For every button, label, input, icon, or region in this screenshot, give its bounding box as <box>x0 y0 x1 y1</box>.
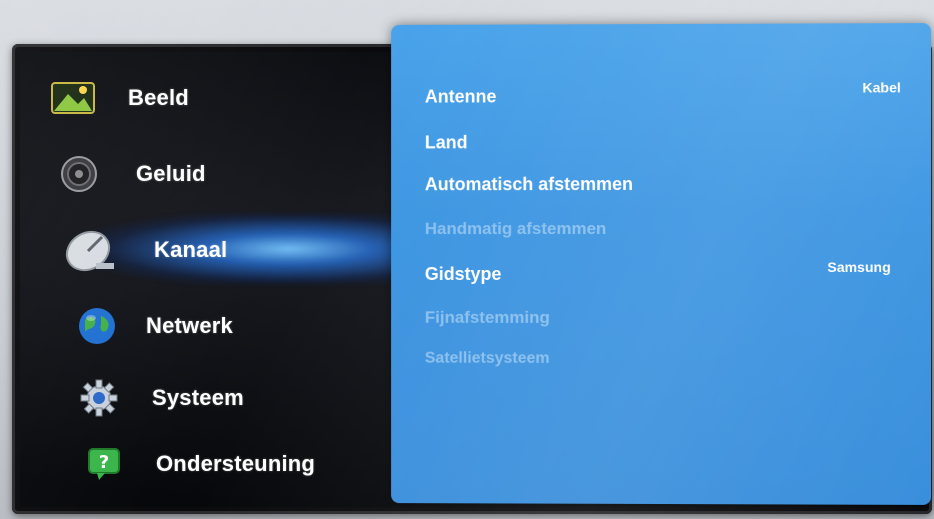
submenu-label: Antenne <box>424 86 497 107</box>
menu-label: Geluid <box>136 161 206 186</box>
menu-label: Kanaal <box>154 237 228 262</box>
menu-item-geluid[interactable]: Geluid <box>20 144 400 204</box>
submenu-label: Land <box>424 132 468 153</box>
submenu-item-antenne[interactable]: Antenne <box>425 86 497 107</box>
channel-submenu-panel: Antenne Kabel Land Automatisch afstemmen… <box>391 23 932 505</box>
satellite-dish-icon <box>60 225 120 275</box>
gidstype-value: Samsung <box>827 258 891 276</box>
gear-icon <box>76 378 122 418</box>
submenu-item-satellietsysteem: Satellietsysteem <box>425 350 550 368</box>
menu-label: Beeld <box>128 85 189 110</box>
menu-item-netwerk[interactable]: Netwerk <box>20 296 400 356</box>
speaker-icon <box>56 154 102 194</box>
menu-label: Systeem <box>152 385 244 410</box>
menu-item-ondersteuning[interactable]: ? Ondersteuning <box>20 434 400 494</box>
globe-icon <box>74 306 120 346</box>
submenu-label: Fijnafstemming <box>424 307 550 327</box>
menu-item-systeem[interactable]: Systeem <box>20 368 400 428</box>
submenu-label: Satellietsysteem <box>424 349 550 367</box>
antenne-value: Kabel <box>862 79 901 96</box>
submenu-item-handmatig-afstemmen: Handmatig afstemmen <box>425 219 607 239</box>
submenu-label: Gidstype <box>424 264 502 284</box>
tv-photo: Beeld Geluid Kanaal Netwerk Systeem ? On… <box>0 0 934 519</box>
submenu-label: Automatisch afstemmen <box>424 174 634 195</box>
menu-label: Ondersteuning <box>156 451 316 476</box>
submenu-item-land[interactable]: Land <box>425 132 468 153</box>
picture-icon <box>50 78 96 118</box>
submenu-label: Handmatig afstemmen <box>424 219 607 239</box>
submenu-item-gidstype[interactable]: Gidstype <box>425 264 502 285</box>
svg-text:?: ? <box>99 452 109 473</box>
main-menu: Beeld Geluid Kanaal Netwerk Systeem ? On… <box>20 52 420 507</box>
submenu-item-fijnafstemming: Fijnafstemming <box>425 308 550 328</box>
menu-label: Netwerk <box>146 313 233 338</box>
menu-item-kanaal[interactable]: Kanaal <box>20 220 400 280</box>
submenu-item-automatisch-afstemmen[interactable]: Automatisch afstemmen <box>425 174 633 195</box>
menu-item-beeld[interactable]: Beeld <box>20 68 400 128</box>
help-icon: ? <box>82 444 128 484</box>
